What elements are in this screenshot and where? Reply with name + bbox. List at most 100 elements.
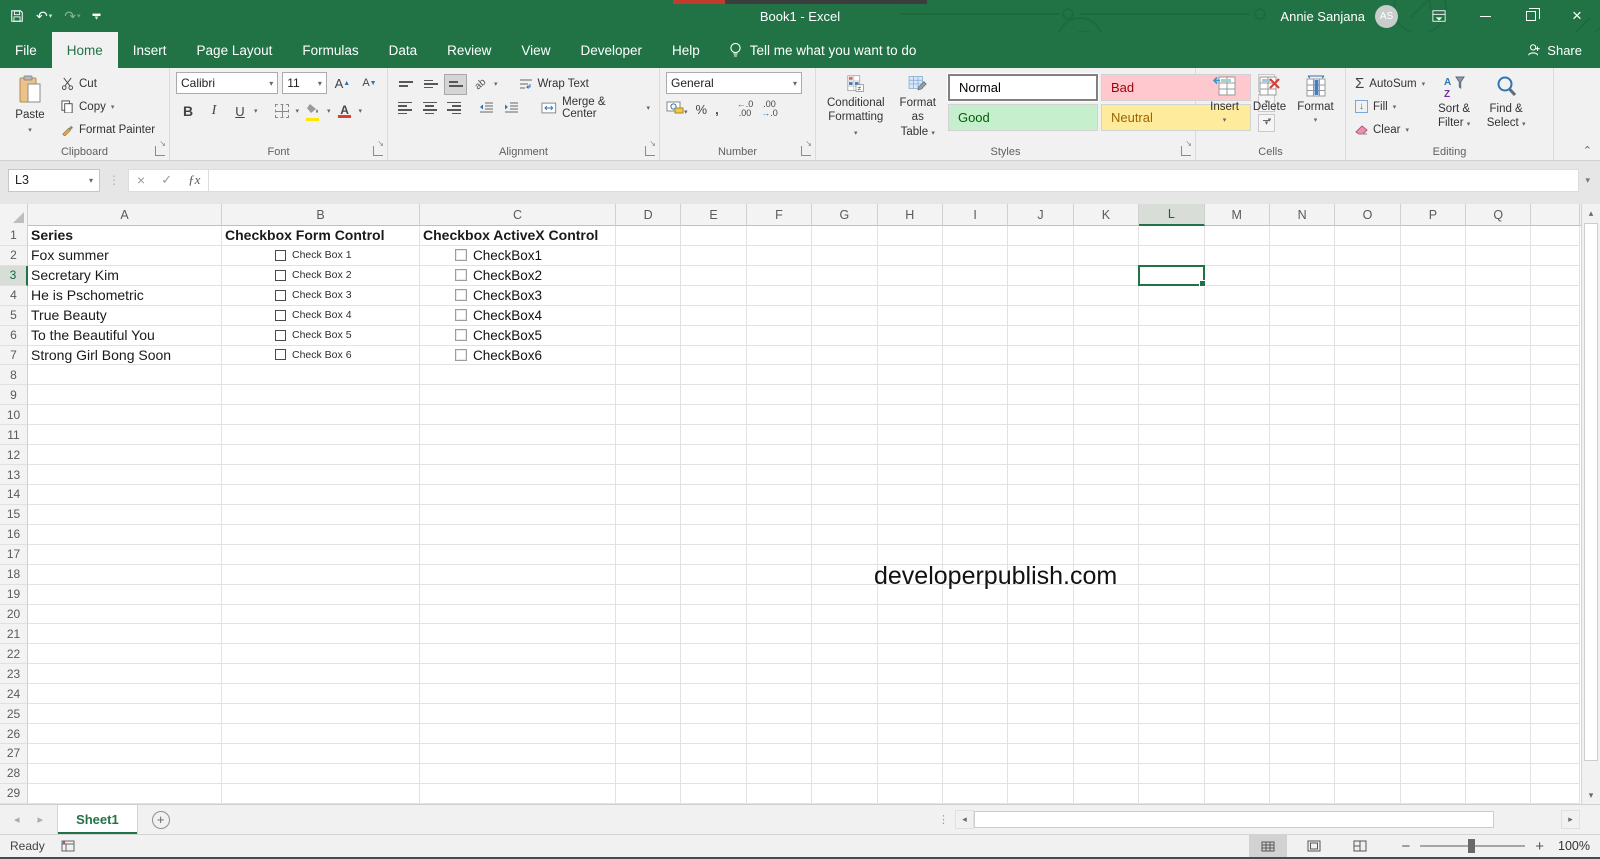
cell-D15[interactable]: [616, 504, 682, 525]
cell-J29[interactable]: [1008, 783, 1074, 804]
cell-C18[interactable]: [420, 564, 616, 585]
cell-K10[interactable]: [1073, 405, 1140, 426]
underline-button[interactable]: U: [228, 100, 252, 122]
style-normal[interactable]: Normal: [946, 73, 1099, 102]
row-header-9[interactable]: 9: [0, 385, 28, 406]
column-header-i[interactable]: I: [943, 204, 1009, 226]
cell-partial-18[interactable]: [1531, 564, 1581, 585]
cell-I16[interactable]: [942, 524, 1009, 545]
form-checkbox-3[interactable]: Check Box 3: [275, 289, 352, 301]
cell-L13[interactable]: [1139, 465, 1205, 485]
form-checkbox-5[interactable]: Check Box 5: [275, 329, 352, 341]
cell-N23[interactable]: [1269, 664, 1336, 685]
name-box[interactable]: L3 ▾: [8, 168, 100, 192]
cell-M24[interactable]: [1204, 684, 1270, 705]
cell-E9[interactable]: [681, 385, 747, 406]
cell-B3[interactable]: Check Box 2: [222, 265, 420, 286]
tab-review[interactable]: Review: [432, 32, 506, 68]
tell-me-box[interactable]: Tell me what you want to do: [729, 32, 916, 68]
cell-C1[interactable]: Checkbox ActiveX Control: [420, 226, 616, 246]
cell-A2[interactable]: Fox summer: [28, 245, 222, 266]
cell-E27[interactable]: [681, 743, 747, 764]
cell-N21[interactable]: [1269, 624, 1336, 645]
cell-I10[interactable]: [942, 405, 1009, 426]
cell-Q15[interactable]: [1466, 504, 1532, 525]
cell-partial-11[interactable]: [1531, 425, 1581, 446]
cell-F1[interactable]: [746, 226, 813, 246]
cell-M1[interactable]: [1204, 226, 1270, 246]
cell-E25[interactable]: [681, 704, 747, 725]
cell-H29[interactable]: [877, 783, 943, 804]
cell-P22[interactable]: [1400, 644, 1467, 665]
cell-M6[interactable]: [1204, 325, 1270, 346]
cell-partial-1[interactable]: [1531, 226, 1581, 246]
cell-O19[interactable]: [1335, 584, 1401, 605]
cell-G26[interactable]: [812, 724, 878, 744]
cell-H23[interactable]: [877, 664, 943, 685]
zoom-slider-handle[interactable]: [1468, 839, 1476, 853]
cell-N4[interactable]: [1269, 285, 1336, 306]
horizontal-scroll-thumb[interactable]: [974, 811, 1494, 828]
cell-D9[interactable]: [616, 385, 682, 406]
cell-P26[interactable]: [1400, 724, 1467, 744]
cell-B12[interactable]: [222, 445, 420, 466]
activex-checkbox-6[interactable]: CheckBox6: [453, 345, 559, 365]
cell-C14[interactable]: [420, 484, 616, 505]
form-checkbox-6[interactable]: Check Box 6: [275, 349, 352, 361]
cell-P18[interactable]: [1400, 564, 1467, 585]
cell-L5[interactable]: [1139, 305, 1205, 326]
cell-I1[interactable]: [942, 226, 1009, 246]
cell-D28[interactable]: [616, 763, 682, 784]
cell-C2[interactable]: CheckBox1: [420, 245, 616, 266]
cell-B11[interactable]: [222, 425, 420, 446]
cancel-button[interactable]: ×: [137, 172, 145, 188]
cell-B15[interactable]: [222, 504, 420, 525]
cell-L29[interactable]: [1139, 783, 1205, 804]
cell-G5[interactable]: [812, 305, 878, 326]
cell-partial-27[interactable]: [1531, 743, 1581, 764]
cell-C7[interactable]: CheckBox6: [420, 345, 616, 366]
cell-C16[interactable]: [420, 524, 616, 545]
cell-O5[interactable]: [1335, 305, 1401, 326]
scroll-up-arrow[interactable]: ▴: [1582, 204, 1600, 222]
cell-P3[interactable]: [1400, 265, 1467, 286]
cell-P13[interactable]: [1400, 465, 1467, 485]
cell-A24[interactable]: [28, 684, 222, 705]
cell-B27[interactable]: [222, 743, 420, 764]
cell-K6[interactable]: [1073, 325, 1140, 346]
cell-A8[interactable]: [28, 365, 222, 386]
cell-G22[interactable]: [812, 644, 878, 665]
cell-M22[interactable]: [1204, 644, 1270, 665]
cell-F24[interactable]: [746, 684, 813, 705]
column-header-d[interactable]: D: [616, 204, 682, 226]
wrap-text-button[interactable]: Wrap Text: [516, 73, 592, 96]
cell-E15[interactable]: [681, 504, 747, 525]
cell-M14[interactable]: [1204, 484, 1270, 505]
sort-filter-button[interactable]: AZ Sort & Filter ▾: [1428, 72, 1480, 142]
cell-A17[interactable]: [28, 544, 222, 565]
format-as-table-button[interactable]: Format as Table ▾: [895, 72, 941, 142]
row-header-23[interactable]: 23: [0, 664, 28, 685]
column-header-b[interactable]: B: [222, 204, 420, 226]
cell-A13[interactable]: [28, 465, 222, 485]
accounting-format-button[interactable]: ▾: [666, 101, 688, 117]
row-header-19[interactable]: 19: [0, 584, 28, 605]
cell-N18[interactable]: [1269, 564, 1336, 585]
cell-D20[interactable]: [616, 604, 682, 625]
row-header-18[interactable]: 18: [0, 564, 28, 585]
cell-D14[interactable]: [616, 484, 682, 505]
cell-A26[interactable]: [28, 724, 222, 744]
cell-D10[interactable]: [616, 405, 682, 426]
cell-G15[interactable]: [812, 504, 878, 525]
column-header-k[interactable]: K: [1074, 204, 1140, 226]
cell-B25[interactable]: [222, 704, 420, 725]
cell-O6[interactable]: [1335, 325, 1401, 346]
cell-K28[interactable]: [1073, 763, 1140, 784]
cell-O15[interactable]: [1335, 504, 1401, 525]
prev-sheet-button[interactable]: ◂: [14, 813, 20, 826]
cell-partial-15[interactable]: [1531, 504, 1581, 525]
decrease-indent-button[interactable]: [476, 98, 499, 119]
cell-G13[interactable]: [812, 465, 878, 485]
cell-K1[interactable]: [1073, 226, 1140, 246]
cell-J9[interactable]: [1008, 385, 1074, 406]
